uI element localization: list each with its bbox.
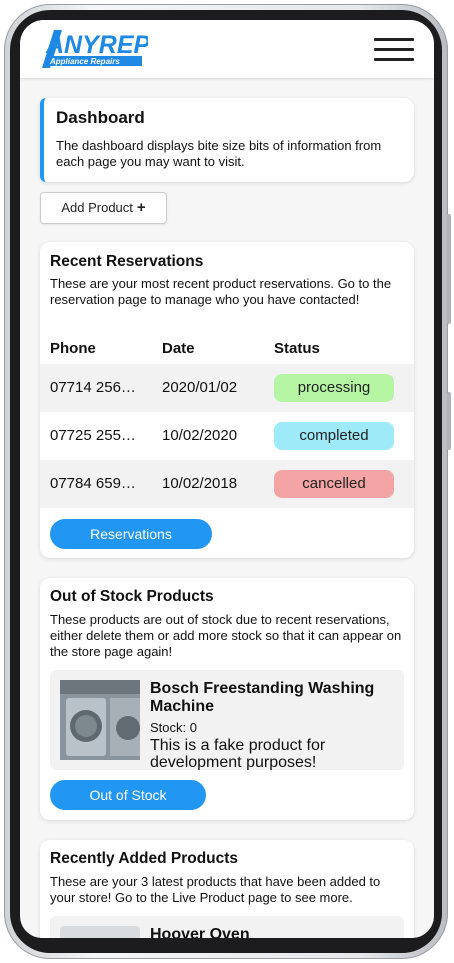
section-description: These products are out of stock due to r… — [50, 612, 402, 659]
page-title: Dashboard — [56, 108, 145, 127]
recently-added-card: Recently Added Products These are your 3… — [40, 840, 414, 938]
table-row[interactable]: 07784 659… 10/02/2018 cancelled — [40, 460, 414, 508]
dashboard-card: Dashboard The dashboard displays bite si… — [40, 98, 414, 182]
section-description: These are your 3 latest products that ha… — [50, 874, 381, 905]
product-name: Hoover Oven — [150, 926, 250, 938]
section-title: Recently Added Products — [50, 850, 239, 867]
add-product-button[interactable]: Add Product + — [40, 192, 167, 224]
row-phone: 07784 659… — [50, 475, 136, 492]
out-of-stock-card: Out of Stock Products These products are… — [40, 578, 414, 820]
power-button — [447, 392, 451, 450]
row-phone: 07714 256… — [50, 379, 136, 396]
product-name: Bosch Freestanding Washing Machine — [150, 680, 375, 715]
section-title: Out of Stock Products — [50, 588, 214, 605]
row-date: 2020/01/02 — [162, 379, 238, 396]
table-row[interactable]: 07725 255… 10/02/2020 completed — [40, 412, 414, 460]
section-description: These are your most recent product reser… — [50, 276, 392, 307]
product-item[interactable]: Bosch Freestanding Washing Machine Stock… — [50, 670, 404, 770]
out-of-stock-button[interactable]: Out of Stock — [50, 780, 206, 810]
logo-subtitle: Appliance Repairs — [49, 57, 120, 66]
status-badge: cancelled — [274, 470, 394, 498]
dashboard-description: The dashboard displays bite size bits of… — [56, 138, 382, 169]
row-date: 10/02/2020 — [162, 427, 238, 444]
volume-button — [447, 214, 451, 324]
row-date: 10/02/2018 — [162, 475, 238, 492]
status-badge: processing — [274, 374, 394, 402]
table-row[interactable]: 07714 256… 2020/01/02 processing — [40, 364, 414, 412]
product-item[interactable]: Hoover Oven — [50, 916, 404, 938]
table-header: Phone Date Status — [40, 340, 414, 366]
column-header-status: Status — [274, 340, 320, 357]
add-product-label: Add Product — [61, 200, 133, 215]
washing-machine-image — [60, 680, 140, 760]
oven-image — [60, 926, 140, 938]
section-title: Recent Reservations — [50, 253, 204, 270]
product-description: This is a fake product for development p… — [150, 737, 326, 770]
status-badge: completed — [274, 422, 394, 450]
logo-text: ANYREP — [45, 31, 148, 59]
anyrep-logo[interactable]: ANYREP Appliance Repairs — [38, 28, 151, 72]
recent-reservations-card: Recent Reservations These are your most … — [40, 242, 414, 558]
hamburger-menu-icon[interactable] — [374, 38, 414, 64]
reservations-button[interactable]: Reservations — [50, 519, 212, 549]
app-header: ANYREP Appliance Repairs — [20, 20, 434, 78]
app-screen: ANYREP Appliance Repairs Dashboard The d… — [20, 20, 434, 938]
column-header-date: Date — [162, 340, 195, 357]
row-phone: 07725 255… — [50, 427, 136, 444]
column-header-phone: Phone — [50, 340, 96, 357]
plus-icon: + — [136, 199, 146, 216]
product-stock: Stock: 0 — [150, 720, 197, 735]
